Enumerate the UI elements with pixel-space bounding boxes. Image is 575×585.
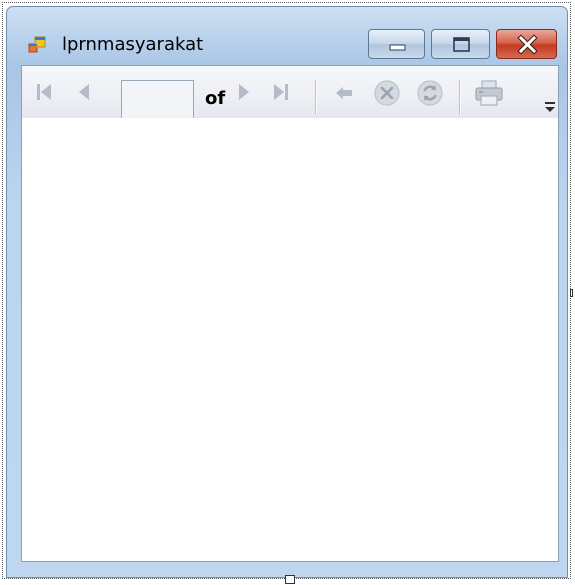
window-title: lprnmasyarakat (62, 34, 204, 55)
report-viewer: of (21, 65, 559, 562)
next-page-icon (239, 84, 249, 100)
maximize-icon (453, 37, 470, 52)
report-content-area (22, 118, 558, 561)
back-button[interactable] (331, 66, 357, 118)
first-page-icon (37, 84, 51, 100)
back-arrow-icon (336, 87, 352, 99)
minimize-icon (389, 44, 406, 51)
last-page-icon (274, 84, 288, 100)
toolbar-separator (315, 80, 316, 114)
resize-handle-bottom[interactable] (285, 575, 295, 584)
close-icon (517, 34, 538, 55)
last-page-button[interactable] (268, 66, 296, 118)
first-page-button[interactable] (30, 66, 56, 118)
resize-handle-right[interactable] (570, 289, 573, 297)
refresh-icon (417, 80, 443, 106)
designer-surface: lprnmasyarakat of (0, 0, 575, 585)
form-window-icon (28, 36, 46, 54)
previous-page-icon (79, 84, 89, 100)
previous-page-button[interactable] (73, 66, 95, 118)
minimize-button[interactable] (368, 29, 425, 59)
toolbar-separator (459, 80, 460, 114)
title-bar[interactable]: lprnmasyarakat (7, 7, 567, 65)
print-button[interactable] (471, 66, 507, 118)
form-window[interactable]: lprnmasyarakat of (6, 6, 568, 578)
overflow-chevron-icon (545, 102, 555, 112)
toolbar-overflow-button[interactable] (542, 88, 558, 116)
refresh-button[interactable] (413, 66, 447, 118)
page-number-input[interactable] (121, 80, 194, 122)
stop-icon (374, 80, 400, 106)
stop-button[interactable] (370, 66, 404, 118)
maximize-button[interactable] (431, 29, 490, 59)
next-page-button[interactable] (233, 66, 255, 118)
page-of-label: of (205, 88, 226, 109)
print-icon (475, 80, 503, 106)
close-button[interactable] (496, 29, 557, 59)
report-toolbar: of (22, 66, 558, 122)
